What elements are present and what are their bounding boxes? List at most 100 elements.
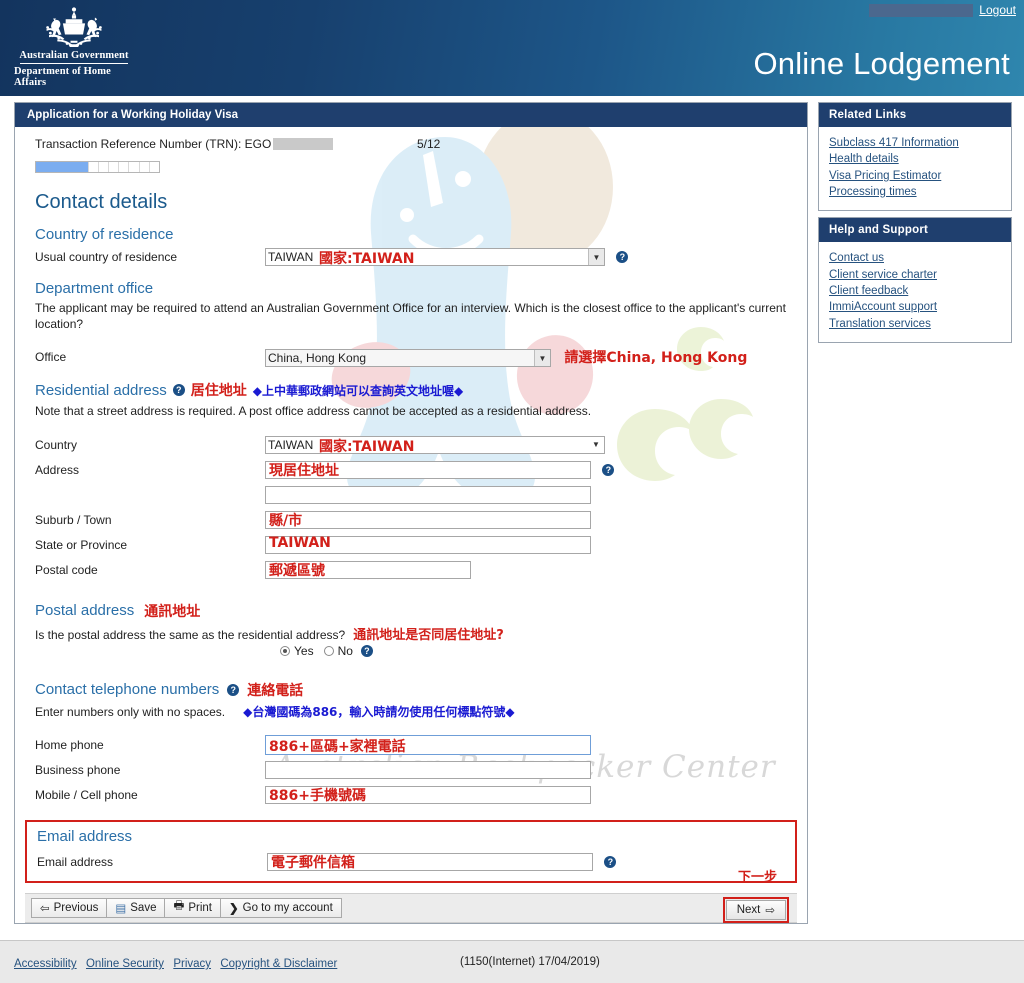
annotation-telephone: 連絡電話 xyxy=(247,682,304,699)
field-postal-code: Postal code 郵遞區號 xyxy=(35,559,797,581)
select-usual-country-of-residence[interactable]: TAIWAN ▼ 國家:TAIWAN xyxy=(265,248,605,267)
question-postal-same: Is the postal address the same as the re… xyxy=(35,627,346,642)
control-home-phone: 886+區碼+家裡電話 xyxy=(265,734,591,755)
control-postal-code: 郵遞區號 xyxy=(265,560,471,579)
next-button-annotation-wrap: 下一步 xyxy=(738,866,777,885)
footer-build-info: (1150(Internet) 17/04/2019) xyxy=(460,956,600,968)
input-state[interactable] xyxy=(265,535,591,554)
related-link-health-details[interactable]: Health details xyxy=(829,151,1001,167)
help-support-panel: Help and Support Contact us Client servi… xyxy=(818,217,1012,343)
annotation-next: 下一步 xyxy=(737,869,777,885)
form-button-bar: ⇦ Previous ▤ Save 🖶 Print ❯ Go to my acc… xyxy=(25,870,797,923)
related-link-visa-pricing-estimator[interactable]: Visa Pricing Estimator xyxy=(829,168,1001,184)
label-radio-yes: Yes xyxy=(294,643,314,658)
help-icon-telephone[interactable]: ? xyxy=(227,683,240,696)
app-title: Online Lodgement xyxy=(753,46,1010,81)
help-support-title: Help and Support xyxy=(819,218,1011,243)
select-office[interactable]: China, Hong Kong ▼ xyxy=(265,349,551,368)
coat-of-arms-icon xyxy=(46,7,102,47)
help-link-client-feedback[interactable]: Client feedback xyxy=(829,283,1001,299)
input-mobile-phone[interactable] xyxy=(265,785,591,804)
label-business-phone: Business phone xyxy=(35,762,121,777)
heading-row-postal-address: Postal address 通訊地址 xyxy=(35,601,797,621)
progress-bar-segments xyxy=(87,162,159,172)
progress-segment xyxy=(87,162,98,172)
input-postal-code[interactable] xyxy=(265,560,471,579)
select-residential-country[interactable]: TAIWAN ▼ 國家:TAIWAN xyxy=(265,435,605,455)
label-mobile-phone: Mobile / Cell phone xyxy=(35,787,138,802)
next-button[interactable]: Next ⇨ xyxy=(725,899,786,920)
transaction-reference-row: Transaction Reference Number (TRN): EGO … xyxy=(25,135,797,151)
print-button[interactable]: 🖶 Print xyxy=(164,897,220,918)
select-office-input[interactable]: China, Hong Kong xyxy=(265,349,551,368)
footer-link-privacy[interactable]: Privacy xyxy=(173,958,211,970)
footer-link-online-security[interactable]: Online Security xyxy=(86,958,164,970)
help-icon-email[interactable]: ? xyxy=(604,855,617,868)
input-home-phone[interactable] xyxy=(265,734,591,755)
annotation-postal-same: 通訊地址是否同居住地址? xyxy=(353,627,504,643)
field-address-line1: Address 現居住地址 ? xyxy=(35,459,797,481)
logout-link[interactable]: Logout xyxy=(979,3,1016,17)
printer-icon: 🖶 xyxy=(173,900,185,913)
email-section-highlight: Email address Email address 電子郵件信箱 ? xyxy=(25,819,797,883)
previous-button[interactable]: ⇦ Previous xyxy=(31,897,107,918)
telephone-note-row: Enter numbers only with no spaces. ◆台灣國碼… xyxy=(35,703,797,720)
control-address-line1: 現居住地址 ? xyxy=(265,460,615,479)
save-button-label: Save xyxy=(130,901,157,914)
label-suburb: Suburb / Town xyxy=(35,512,112,527)
arrow-left-icon: ⇦ xyxy=(40,902,50,915)
sidebar: Related Links Subclass 417 Information H… xyxy=(818,102,1012,343)
annotation-telephone-note: ◆台灣國碼為886，輸入時請勿使用任何標點符號◆ xyxy=(243,704,515,719)
nav-button-group: ⇦ Previous ▤ Save 🖶 Print ❯ Go to my acc… xyxy=(31,897,342,918)
note-department-office: The applicant may be required to attend … xyxy=(35,301,786,332)
chevron-down-icon: ▼ xyxy=(592,440,600,450)
heading-country-of-residence: Country of residence xyxy=(35,226,174,243)
progress-segment xyxy=(118,162,128,172)
help-icon-country-of-residence[interactable]: ? xyxy=(616,251,629,263)
help-icon-address[interactable]: ? xyxy=(602,463,615,476)
site-footer: Accessibility Online Security Privacy Co… xyxy=(0,940,1024,983)
site-header: Australian Government Department of Home… xyxy=(0,0,1024,96)
input-business-phone[interactable] xyxy=(265,760,591,779)
input-suburb[interactable] xyxy=(265,510,591,529)
footer-inner: Accessibility Online Security Privacy Co… xyxy=(0,941,1024,970)
body-area: Application for a Working Holiday Visa C… xyxy=(0,96,1024,933)
help-icon-residential-address[interactable]: ? xyxy=(172,384,185,397)
control-business-phone xyxy=(265,760,591,779)
radio-no[interactable] xyxy=(323,645,334,656)
input-email[interactable] xyxy=(267,852,593,871)
help-icon-postal-same[interactable]: ? xyxy=(360,644,373,657)
help-link-contact-us[interactable]: Contact us xyxy=(829,250,1001,266)
field-business-phone: Business phone xyxy=(35,759,797,781)
field-office: Office China, Hong Kong ▼ 請選擇China, Hong… xyxy=(35,346,797,368)
go-to-my-account-label: Go to my account xyxy=(242,901,333,914)
next-button-highlight: Next ⇨ xyxy=(722,896,789,923)
help-link-translation-services[interactable]: Translation services xyxy=(829,316,1001,332)
help-link-immiaccount-support[interactable]: ImmiAccount support xyxy=(829,299,1001,315)
footer-link-copyright-disclaimer[interactable]: Copyright & Disclaimer xyxy=(220,958,337,970)
go-to-my-account-button[interactable]: ❯ Go to my account xyxy=(220,897,342,918)
footer-link-accessibility[interactable]: Accessibility xyxy=(14,958,77,970)
related-link-processing-times[interactable]: Processing times xyxy=(829,184,1001,200)
input-address-line1[interactable] xyxy=(265,460,591,479)
select-usual-country-of-residence-input[interactable]: TAIWAN xyxy=(265,248,605,266)
radio-yes[interactable] xyxy=(280,645,290,656)
form-body: Australian Backpacker Center Transaction… xyxy=(15,109,807,923)
help-link-client-service-charter[interactable]: Client service charter xyxy=(829,267,1001,283)
heading-department-office: Department office xyxy=(35,280,154,297)
progress-segment xyxy=(138,162,149,172)
field-state: State or Province TAIWAN xyxy=(35,534,797,556)
select-residential-country-input[interactable]: TAIWAN xyxy=(265,435,605,454)
field-suburb: Suburb / Town 縣/市 xyxy=(35,509,797,531)
label-office: Office xyxy=(35,350,67,365)
annotation-residential-address: 居住地址 xyxy=(190,383,247,400)
input-address-line2[interactable] xyxy=(265,485,591,504)
related-link-subclass-417[interactable]: Subclass 417 Information xyxy=(829,135,1001,151)
application-panel: Application for a Working Holiday Visa C… xyxy=(14,102,808,924)
save-button[interactable]: ▤ Save xyxy=(106,897,165,918)
heading-telephone: Contact telephone numbers xyxy=(35,681,220,699)
progress-segment xyxy=(97,162,108,172)
label-email: Email address xyxy=(37,854,114,869)
control-email: 電子郵件信箱 ? xyxy=(267,852,617,871)
chevron-down-icon: ▼ xyxy=(534,350,550,367)
